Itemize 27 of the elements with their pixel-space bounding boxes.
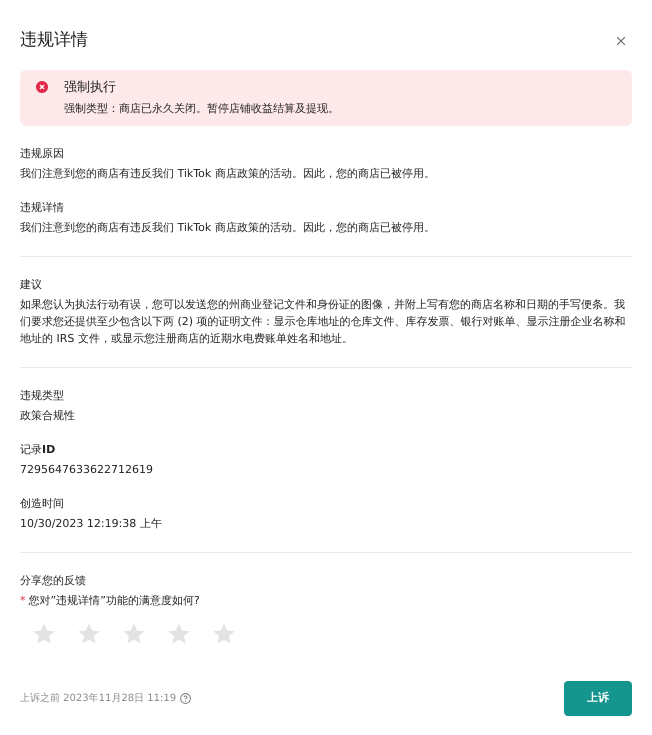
star-icon[interactable]	[122, 622, 146, 646]
field-value: 10/30/2023 12:19:38 上午	[20, 516, 163, 532]
feedback-question: 您对”违规详情”功能的满意度如何?	[28, 593, 200, 609]
field-value: 政策合规性	[20, 408, 76, 424]
field-label: 建议	[20, 276, 43, 292]
error-icon	[36, 80, 48, 92]
help-icon[interactable]	[180, 693, 192, 704]
alert-title: 强制执行	[64, 78, 117, 96]
field-label: 违规类型	[20, 388, 65, 404]
star-icon[interactable]	[167, 622, 191, 646]
dialog-title: 违规详情	[20, 29, 88, 52]
field-label: 违规原因	[20, 146, 65, 162]
star-icon[interactable]	[212, 622, 236, 646]
field-label: 违规详情	[20, 200, 65, 216]
star-icon[interactable]	[77, 622, 101, 646]
field-value: 我们注意到您的商店有违反我们 TikTok 商店政策的活动。因此，您的商店已被停用。	[20, 220, 436, 236]
appeal-deadline: 上诉之前 2023年11月28日 11:19	[20, 692, 176, 706]
field-value: 如果您认为执法行动有误，您可以发送您的州商业登记文件和身份证的图像，并附上写有您的商店名称和日期的手写便条。我们要求您还提供至少包含以下两 (2) 项的证明文件：显示仓库地址的仓库文件、库存发票、银行对账单、显示注册企业名称和地址的 IRS 文件，或显示您注册商店的近期水电费账单姓名和地址。	[20, 296, 627, 346]
star-icon[interactable]	[32, 622, 56, 646]
appeal-button[interactable]: 上诉	[564, 681, 632, 716]
required-mark: *	[20, 593, 26, 609]
field-value: 7295647633622712619	[20, 462, 154, 478]
feedback-title: 分享您的反馈	[20, 572, 87, 588]
field-label: 创造时间	[20, 496, 65, 512]
field-label: 记录ID	[20, 442, 56, 458]
field-value: 我们注意到您的商店有违反我们 TikTok 商店政策的活动。因此，您的商店已被停用。	[20, 166, 436, 182]
alert-text: 强制类型：商店已永久关闭。暂停店铺收益结算及提现。	[64, 101, 339, 117]
